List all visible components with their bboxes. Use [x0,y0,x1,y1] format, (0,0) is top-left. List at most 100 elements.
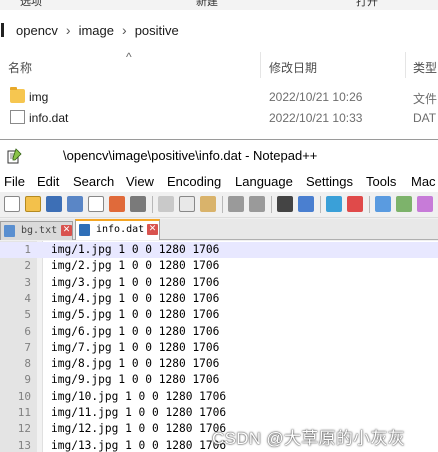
editor-line[interactable]: 6 img/6.jpg 1 0 0 1280 1706 [0,324,438,340]
editor-line[interactable]: 1 img/1.jpg 1 0 0 1280 1706 [0,242,438,259]
tab-bg-txt[interactable]: bg.txt ✕ [0,221,73,240]
tab-info-dat[interactable]: info.dat ✕ [75,219,160,240]
watermark: CSDN @大草原的小灰灰 [212,429,406,448]
line-text[interactable]: img/1.jpg 1 0 0 1280 1706 [51,242,219,258]
editor-line[interactable]: 10 img/10.jpg 1 0 0 1280 1706 [0,389,438,405]
menu-view[interactable]: View [126,174,154,189]
menu-search[interactable]: Search [73,174,114,189]
line-number: 9 [24,373,31,387]
breadcrumb-separator-icon[interactable]: › [64,22,73,38]
explorer-ribbon-cut: 选项 新建 打开 [0,0,438,10]
file-type: 文件 [413,92,438,106]
line-number: 11 [17,406,31,419]
editor-line[interactable]: 5 img/5.jpg 1 0 0 1280 1706 [0,307,438,323]
column-header-name[interactable]: 名称 [8,59,32,76]
redo-icon[interactable] [249,196,265,212]
editor-line[interactable]: 8 img/8.jpg 1 0 0 1280 1706 [0,356,438,372]
close-all-icon[interactable] [109,196,125,212]
line-number: 6 [24,324,31,338]
find-icon[interactable] [277,196,293,212]
word-wrap-icon[interactable] [396,196,412,212]
file-name: info.dat [29,111,69,125]
line-text[interactable]: img/10.jpg 1 0 0 1280 1706 [51,389,226,405]
file-row-info-dat[interactable]: info.dat 2022/10/21 10:33 DAT [0,107,438,128]
save-all-icon[interactable] [67,196,83,212]
replace-icon[interactable] [298,196,314,212]
toolbar-separator [222,196,223,213]
tab-label: info.dat [96,224,145,235]
file-modified: 2022/10/21 10:26 [269,90,363,104]
column-divider[interactable] [405,52,406,78]
toolbar-separator [320,196,321,213]
save-icon[interactable] [46,196,62,212]
folder-icon [10,87,25,103]
line-text[interactable]: img/5.jpg 1 0 0 1280 1706 [51,307,219,323]
menu-macro[interactable]: Mac [411,174,436,189]
file-modified: 2022/10/21 10:33 [269,111,363,125]
address-bar-edge [1,23,4,37]
file-row-img[interactable]: img 2022/10/21 10:26 文件 [0,86,438,107]
breadcrumb-item-positive[interactable]: positive [129,23,185,38]
file-tab-icon [4,225,15,237]
editor-area[interactable]: 1 img/1.jpg 1 0 0 1280 1706 2 img/2.jpg 1 0… [0,241,438,452]
column-header-type[interactable]: 类型 [413,59,437,76]
paste-icon[interactable] [200,196,216,212]
show-symbols-icon[interactable] [417,196,433,212]
copy-icon[interactable] [179,196,195,212]
editor-line[interactable]: 7 img/7.jpg 1 0 0 1280 1706 [0,340,438,356]
close-file-icon[interactable] [88,196,104,212]
line-text[interactable]: img/9.jpg 1 0 0 1280 1706 [51,372,219,388]
line-text[interactable]: img/11.jpg 1 0 0 1280 1706 [51,405,226,421]
file-type: DAT [413,111,437,125]
breadcrumb-item-opencv[interactable]: opencv [10,23,64,38]
line-number: 3 [24,275,31,289]
line-number: 8 [24,357,31,371]
editor-line[interactable]: 4 img/4.jpg 1 0 0 1280 1706 [0,291,438,307]
menu-language[interactable]: Language [235,174,293,189]
editor-line[interactable]: 11 img/11.jpg 1 0 0 1280 1706 [0,405,438,421]
menu-tools[interactable]: Tools [366,174,396,189]
file-list-header: 名称 ^ 修改日期 类型 [0,50,438,78]
line-text[interactable]: img/3.jpg 1 0 0 1280 1706 [51,275,219,291]
line-text[interactable]: img/6.jpg 1 0 0 1280 1706 [51,324,219,340]
close-tab-icon[interactable]: ✕ [61,225,72,236]
tab-label: bg.txt [21,225,58,236]
print-icon[interactable] [130,196,146,212]
menu-edit[interactable]: Edit [37,174,59,189]
line-number: 13 [17,438,31,452]
line-text[interactable]: img/13.jpg 1 0 0 1280 1706 [51,438,226,452]
menu-settings[interactable]: Settings [306,174,353,189]
breadcrumb-item-image[interactable]: image [73,23,120,38]
editor-line[interactable]: 9 img/9.jpg 1 0 0 1280 1706 [0,372,438,388]
close-tab-icon[interactable]: ✕ [147,224,158,235]
document-icon [10,110,25,124]
column-divider[interactable] [260,52,261,78]
open-file-icon[interactable] [25,196,41,212]
undo-icon[interactable] [228,196,244,212]
editor-line[interactable]: 2 img/2.jpg 1 0 0 1280 1706 [0,258,438,274]
zoom-in-icon[interactable] [326,196,342,212]
line-text[interactable]: img/4.jpg 1 0 0 1280 1706 [51,291,219,307]
line-text[interactable]: img/8.jpg 1 0 0 1280 1706 [51,356,219,372]
line-number: 2 [24,259,31,273]
breadcrumb-separator-icon[interactable]: › [120,22,129,38]
line-text[interactable]: img/7.jpg 1 0 0 1280 1706 [51,340,219,356]
column-header-modified[interactable]: 修改日期 [269,59,317,76]
new-file-icon[interactable] [4,196,20,212]
zoom-out-icon[interactable] [347,196,363,212]
sync-scroll-icon[interactable] [375,196,391,212]
line-number: 7 [24,340,31,354]
cut-icon[interactable] [158,196,174,212]
notepadpp-app-icon [7,148,22,164]
line-text[interactable]: img/12.jpg 1 0 0 1280 1706 [51,421,226,437]
ribbon-label: 新建 [196,0,218,8]
editor-line[interactable]: 3 img/3.jpg 1 0 0 1280 1706 [0,275,438,291]
toolbar [0,192,438,218]
line-number: 12 [17,422,31,436]
menu-encoding[interactable]: Encoding [167,174,221,189]
menu-file[interactable]: File [4,174,25,189]
line-text[interactable]: img/2.jpg 1 0 0 1280 1706 [51,258,219,274]
file-name: img [29,90,49,104]
title-bar[interactable]: \opencv\image\positive\info.dat - Notepa… [0,140,438,172]
sort-ascending-icon: ^ [126,50,132,64]
